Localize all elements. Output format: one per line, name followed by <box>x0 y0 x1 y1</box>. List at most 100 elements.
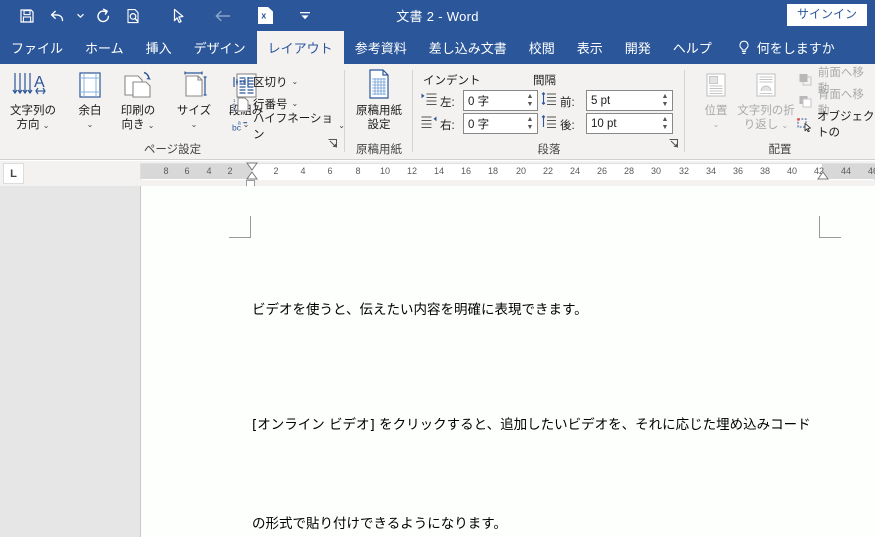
ruler-tick: 38 <box>759 166 771 176</box>
save-icon[interactable] <box>12 3 42 29</box>
ruler-tick: 14 <box>433 166 445 176</box>
indent-left-value: 0 字 <box>468 95 490 108</box>
ruler-tick: 40 <box>786 166 798 176</box>
hyphenation-button[interactable]: bc a ハイフネーション ⌄ <box>232 113 345 141</box>
indent-left-field[interactable]: 0 字 ▲ ▼ <box>463 90 538 111</box>
orientation-button[interactable]: 印刷の 向き ⌄ <box>110 68 166 132</box>
back-arrow-icon[interactable] <box>208 3 238 29</box>
ruler-tick: 4 <box>206 166 212 176</box>
spacing-before-stepper[interactable]: ▲ ▼ <box>658 91 672 110</box>
ruler-tick: 24 <box>569 166 581 176</box>
chevron-down-icon[interactable]: ⌄ <box>292 78 299 86</box>
document-left-rail <box>0 186 140 537</box>
ruler-tick: 2 <box>273 166 279 176</box>
tab-developer[interactable]: 開発 <box>614 31 662 64</box>
horizontal-ruler[interactable]: 8 6 4 2 2 4 6 8 10 12 14 16 18 20 22 24 … <box>140 162 875 181</box>
selection-pane-button[interactable]: オブジェクトの <box>797 111 875 139</box>
ruler-tick: 16 <box>460 166 472 176</box>
print-preview-icon[interactable] <box>118 3 148 29</box>
lightbulb-icon <box>737 40 751 56</box>
hyphenation-icon: bc a <box>232 118 249 135</box>
tab-view[interactable]: 表示 <box>566 31 614 64</box>
tab-insert[interactable]: 挿入 <box>135 31 183 64</box>
text-direction-label-2: 方向 <box>16 118 40 131</box>
spacing-after-field[interactable]: 10 pt ▲ ▼ <box>586 113 673 134</box>
ruler-tick: 28 <box>623 166 635 176</box>
spacing-after-stepper[interactable]: ▲ ▼ <box>658 114 672 133</box>
document-x-icon[interactable]: x <box>250 3 280 29</box>
margin-corner-top-right <box>819 216 841 238</box>
breaks-button[interactable]: 区切り ⌄ <box>232 72 298 92</box>
spacing-before-label: 前: <box>560 97 575 109</box>
breaks-icon <box>232 74 249 91</box>
tell-me-label: 何をしますか <box>756 41 835 56</box>
selection-pane-label: オブジェクトの <box>817 111 875 139</box>
chevron-down-icon[interactable]: ⌄ <box>87 120 94 129</box>
bring-forward-icon <box>797 72 814 89</box>
indent-left-label: 左: <box>440 97 455 109</box>
tab-home[interactable]: ホーム <box>74 31 135 64</box>
wrap-text-label-2: り返し <box>743 118 779 131</box>
ruler-tick: 36 <box>732 166 744 176</box>
undo-dropdown-icon[interactable] <box>72 3 88 29</box>
quick-access-toolbar: x <box>0 0 320 31</box>
indent-right-label: 右: <box>440 120 455 132</box>
customize-qat-icon[interactable] <box>290 3 320 29</box>
title-bar: x 文書 2 - Word サインイン <box>0 0 875 31</box>
group-label-arrange: 配置 <box>768 144 792 156</box>
tab-stop-selector[interactable]: L <box>3 163 24 184</box>
chevron-down-icon[interactable]: ⌄ <box>191 120 198 129</box>
text-direction-icon: A <box>10 68 56 102</box>
svg-text:3: 3 <box>233 107 236 112</box>
select-pointer-icon[interactable] <box>164 3 194 29</box>
tab-file[interactable]: ファイル <box>0 31 74 64</box>
margins-icon <box>75 68 105 102</box>
ruler-tick: 4 <box>300 166 306 176</box>
indent-left-stepper[interactable]: ▲ ▼ <box>523 91 537 110</box>
tab-mailings[interactable]: 差し込み文書 <box>418 31 518 64</box>
right-indent-marker[interactable] <box>817 171 829 181</box>
manuscript-settings-icon <box>364 68 394 102</box>
tab-review[interactable]: 校閲 <box>518 31 566 64</box>
wrap-text-label-1: 文字列の折 <box>737 105 795 117</box>
ruler-tick: 46 <box>867 166 875 176</box>
ruler-tick: 20 <box>515 166 527 176</box>
chevron-down-icon[interactable]: ⌄ <box>782 121 789 130</box>
document-paragraph: [オンライン ビデオ] をクリックすると、追加したいビデオを、それに応じた埋め込… <box>252 416 811 433</box>
indent-right-field[interactable]: 0 字 ▲ ▼ <box>463 113 538 134</box>
ribbon-tab-strip: ファイル ホーム 挿入 デザイン レイアウト 参考資料 差し込み文書 校閲 表示… <box>0 31 875 64</box>
sign-in-button[interactable]: サインイン <box>786 4 867 26</box>
group-arrange: 位置 ⌄ 文字列の折 り返し ⌄ 前面へ移動 背面へ移動 オブジェクトの 配置 <box>685 64 875 159</box>
spacing-before-field[interactable]: 5 pt ▲ ▼ <box>586 90 673 111</box>
indent-right-value: 0 字 <box>468 118 490 131</box>
chevron-down-icon[interactable]: ⌄ <box>43 121 50 130</box>
document-page[interactable]: ビデオを使うと、伝えたい内容を明確に表現できます。 [オンライン ビデオ] をク… <box>140 186 875 537</box>
tell-me-box[interactable]: 何をしますか <box>723 31 835 64</box>
ruler-tick: 18 <box>487 166 499 176</box>
text-direction-button[interactable]: A 文字列の 方向 ⌄ <box>5 68 61 132</box>
send-backward-icon <box>797 94 814 111</box>
group-manuscript: 原稿用紙 設定 原稿用紙 <box>345 64 413 159</box>
chevron-down-icon[interactable]: ⌄ <box>148 121 155 130</box>
tab-references[interactable]: 参考資料 <box>344 31 418 64</box>
ruler-tick: 12 <box>406 166 418 176</box>
text-direction-label-1: 文字列の <box>10 105 56 117</box>
tab-layout[interactable]: レイアウト <box>256 31 344 64</box>
position-icon <box>702 68 730 102</box>
group-label-page-setup: ページ設定 <box>143 144 202 156</box>
page-size-button[interactable]: サイズ ⌄ <box>166 68 222 131</box>
indent-right-stepper[interactable]: ▲ ▼ <box>523 114 537 133</box>
spacing-before-icon <box>541 91 557 111</box>
undo-icon[interactable] <box>42 3 72 29</box>
chevron-down-icon[interactable]: ⌄ <box>292 100 299 108</box>
redo-icon[interactable] <box>88 3 118 29</box>
wrap-text-button[interactable]: 文字列の折 り返し ⌄ <box>735 68 797 132</box>
manuscript-label-1: 原稿用紙 <box>356 105 402 117</box>
tab-help[interactable]: ヘルプ <box>662 31 723 64</box>
chevron-down-icon[interactable]: ⌄ <box>713 120 720 129</box>
manuscript-label-2: 設定 <box>367 118 391 131</box>
tab-design[interactable]: デザイン <box>183 31 257 64</box>
svg-text:x: x <box>261 11 266 21</box>
manuscript-settings-button[interactable]: 原稿用紙 設定 <box>351 68 407 132</box>
group-paragraph: インデント 間隔 左: 0 字 ▲ ▼ 右: 0 字 ▲ ▼ 前: 5 pt ▲… <box>413 64 685 159</box>
